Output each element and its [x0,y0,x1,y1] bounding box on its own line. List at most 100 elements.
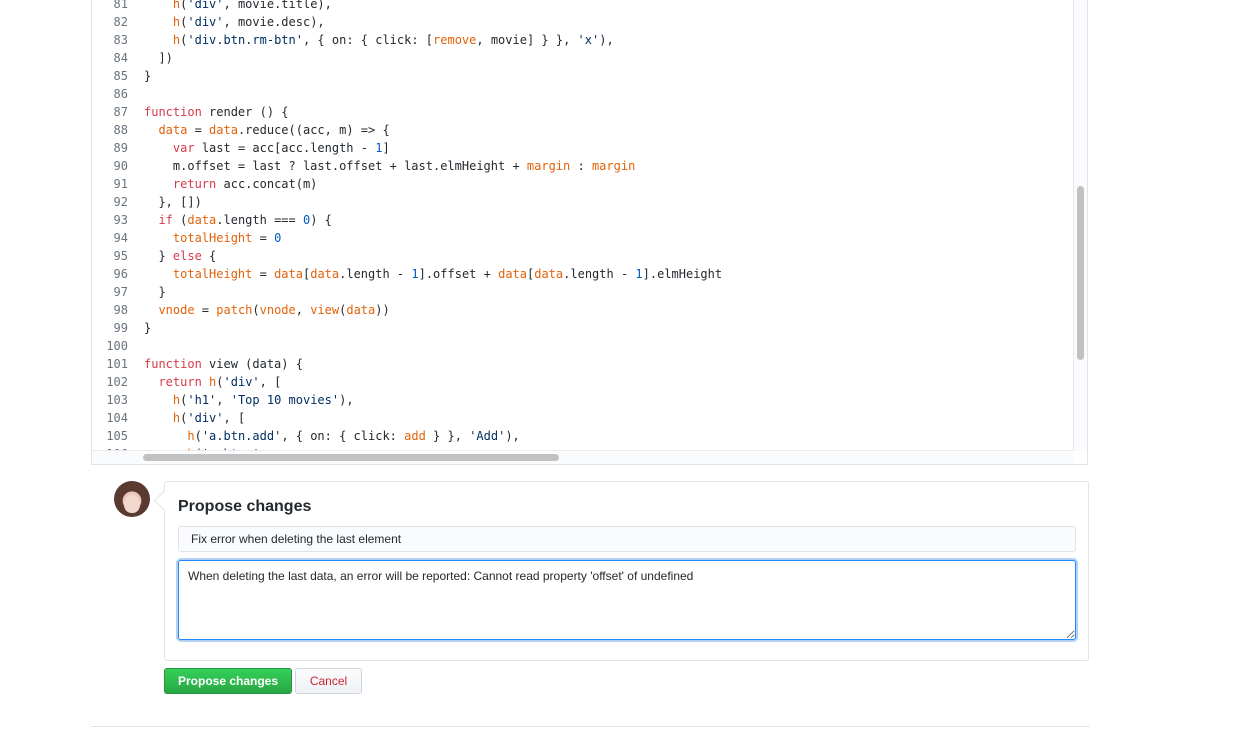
code-token: data [498,267,527,281]
code-token: m.offset = last ? last.offset + last.elm… [144,159,527,173]
vertical-scrollbar[interactable] [1073,0,1087,451]
horizontal-scrollbar-thumb[interactable] [143,454,559,461]
line-number: 91 [113,177,128,191]
code-token: 0 [274,231,282,245]
code-token: ), [505,429,520,443]
code-text: m.offset = last ? last.offset + last.elm… [144,157,635,175]
propose-changes-button[interactable]: Propose changes [164,668,292,694]
code-text: }, []) [144,193,201,211]
code-lines: 81 h('div', movie.title), 82 h('div', mov… [92,0,1073,463]
code-token: data [346,303,376,317]
code-token: } [144,321,152,335]
code-token: , movie.title), [223,0,332,11]
code-token: .reduce((acc, m) => { [237,123,390,137]
code-token: return [172,177,217,191]
code-token: , movie.desc), [223,15,325,29]
line-number: 82 [113,15,128,29]
commit-description-input[interactable]: When deleting the last data, an error wi… [178,560,1076,640]
code-token: , [ [223,411,246,425]
code-line: 90 m.offset = last ? last.offset + last.… [92,157,1073,175]
code-token: vnode [158,303,195,317]
line-number: 98 [113,303,128,317]
code-token: data [274,267,303,281]
code-text: } [144,67,151,85]
line-number: 87 [113,105,128,119]
code-line: 103 h('h1', 'Top 10 movies'), [92,391,1073,409]
code-text: h('div', movie.title), [144,0,332,13]
commit-title-input[interactable] [178,526,1076,552]
code-token: data [209,123,238,137]
code-line: 82 h('div', movie.desc), [92,13,1073,31]
user-avatar[interactable] [114,481,150,517]
cancel-button[interactable]: Cancel [295,668,362,694]
code-token: = [252,231,275,245]
line-number: 96 [113,267,128,281]
code-text: h('div', movie.desc), [144,13,325,31]
code-text: totalHeight = 0 [144,229,281,247]
code-token: totalHeight [172,231,253,245]
code-text: } else { [144,247,216,265]
code-line: 93 if (data.length === 0) { [92,211,1073,229]
code-text: data = data.reduce((acc, m) => { [144,121,390,139]
code-token: ( [194,429,202,443]
code-token: = [187,123,210,137]
code-text: h('h1', 'Top 10 movies'), [144,391,354,409]
code-token: margin [591,159,636,173]
code-token: 1 [635,267,643,281]
horizontal-scrollbar[interactable] [92,450,1073,464]
code-token: ( [216,375,224,389]
code-token: data [158,123,188,137]
line-number: 93 [113,213,128,227]
line-number: 100 [106,339,128,353]
vertical-scrollbar-thumb[interactable] [1077,186,1084,360]
code-token: return [158,375,202,389]
code-token: view [310,303,340,317]
code-token: 1 [411,267,419,281]
code-token: } [144,285,166,299]
code-token: 'Top 10 movies' [230,393,340,407]
code-line: 87 function render () { [92,103,1073,121]
code-token: ), [339,393,354,407]
code-line: 105 h('a.btn.add', { on: { click: add } … [92,427,1073,445]
line-number: 86 [113,87,128,101]
code-line: 96 totalHeight = data[data.length - 1].o… [92,265,1073,283]
line-number: 84 [113,51,128,65]
code-token: 'Add' [469,429,506,443]
code-token: , { on: { click: [ [302,33,434,47]
code-token: data [187,213,217,227]
code-text: var last = acc[acc.length - 1] [144,139,390,157]
code-line: 102 return h('div', [ [92,373,1073,391]
code-token: ].elmHeight [642,267,723,281]
code-token: function [144,357,202,371]
code-token: acc.concat(m) [216,177,318,191]
line-number: 89 [113,141,128,155]
code-token: else [172,249,202,263]
code-text: if (data.length === 0) { [144,211,331,229]
propose-changes-heading: Propose changes [178,498,312,515]
code-token: data [310,267,340,281]
line-number: 94 [113,231,128,245]
code-token: 'a.btn.add' [201,429,282,443]
line-number: 102 [106,375,128,389]
code-token: function [144,105,202,119]
code-token: var [172,141,195,155]
code-text: vnode = patch(vnode, view(data)) [144,301,390,319]
line-number: 83 [113,33,128,47]
code-token: )) [375,303,390,317]
code-editor[interactable]: 81 h('div', movie.title), 82 h('div', mov… [91,0,1088,465]
line-number: 95 [113,249,128,263]
code-line: 101 function view (data) { [92,355,1073,373]
code-line: 83 h('div.btn.rm-btn', { on: { click: [r… [92,31,1073,49]
code-token: : [570,159,592,173]
code-line: 104 h('div', [ [92,409,1073,427]
